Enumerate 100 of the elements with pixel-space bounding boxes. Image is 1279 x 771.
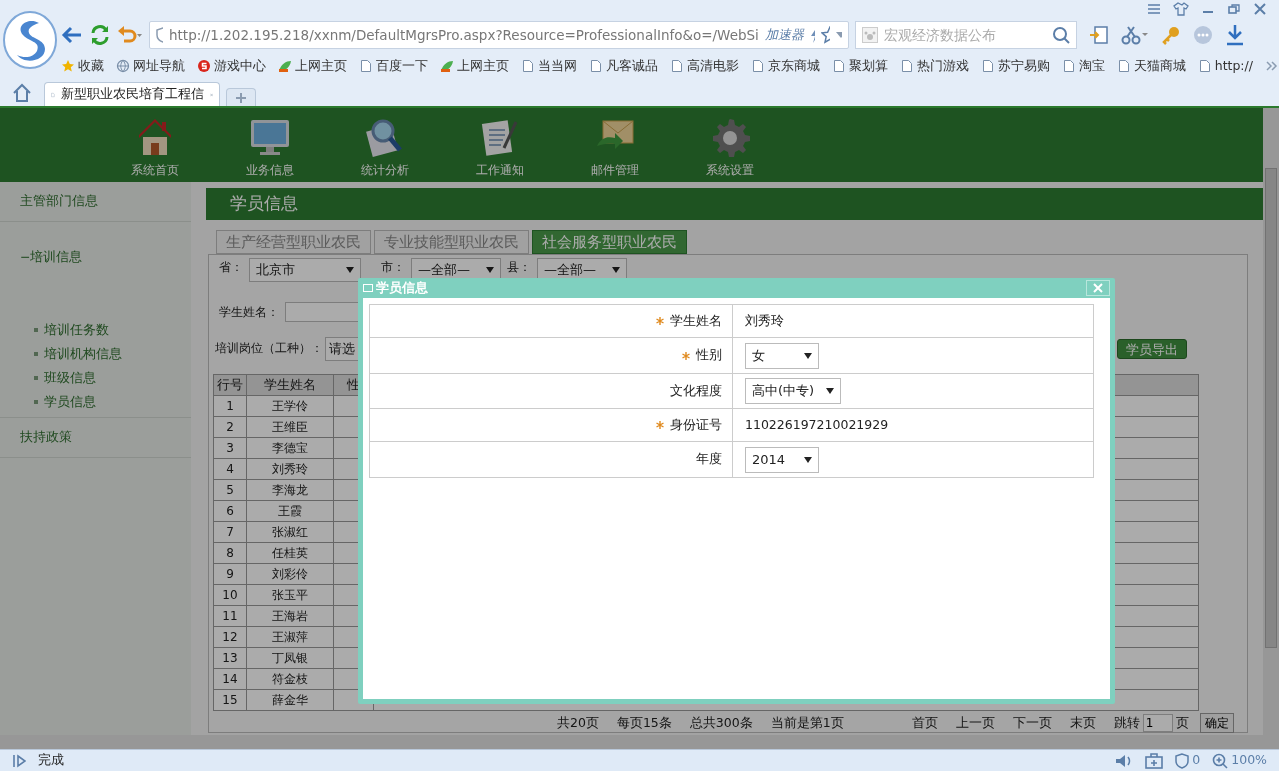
- bookmark-link[interactable]: 聚划算: [848, 56, 888, 76]
- table-cell: 李海龙: [246, 479, 334, 501]
- table-cell: 王维臣: [246, 416, 334, 438]
- bookmark-link[interactable]: 苏宁易购: [997, 56, 1050, 76]
- bookmark-link[interactable]: 天猫商城: [1133, 56, 1186, 76]
- dropdown-caret-icon[interactable]: [836, 32, 842, 38]
- pager-info: 每页15条: [616, 713, 672, 732]
- bookmark-link[interactable]: 上网主页: [456, 56, 509, 76]
- table-cell: 7: [213, 521, 247, 543]
- nav-link[interactable]: 邮件管理: [590, 161, 639, 179]
- sidebar-toggle-icon[interactable]: [1088, 25, 1109, 45]
- bookmark-link[interactable]: 京东商城: [767, 56, 820, 76]
- sidebar-icon[interactable]: [12, 753, 26, 768]
- table-cell: 张淑红: [246, 521, 334, 543]
- nav-link[interactable]: 系统首页: [130, 161, 179, 179]
- scissors-icon[interactable]: [1120, 25, 1149, 45]
- horizontal-scrollbar[interactable]: [0, 735, 1279, 749]
- blocked-count: 0: [1192, 751, 1201, 770]
- browser-tab[interactable]: 新型职业农民培育工程信: [44, 82, 220, 106]
- more-icon[interactable]: [1192, 25, 1213, 45]
- pager-link[interactable]: 上一页: [955, 713, 995, 733]
- bookmark-link[interactable]: 淘宝: [1078, 56, 1105, 76]
- bullet-icon: [34, 352, 38, 356]
- toolbox-icon[interactable]: [1145, 752, 1164, 769]
- menu-icon[interactable]: [1147, 3, 1161, 15]
- browser-logo-icon: [3, 11, 58, 69]
- bookmark-link[interactable]: 高清电影: [686, 56, 739, 76]
- page-input[interactable]: 1: [1142, 714, 1173, 732]
- address-bar[interactable]: http://1.202.195.218/xxnm/DefaultMgrsPro.aspx?Resource=ProfessionalInfo&o=/WebSi 加速器: [148, 21, 849, 49]
- sidebar-item[interactable]: −培训信息: [20, 247, 83, 267]
- ad-block-icon[interactable]: [1175, 752, 1190, 769]
- bookmark-link[interactable]: http://: [1214, 56, 1253, 76]
- pager-link[interactable]: 首页: [911, 713, 938, 733]
- leaf-icon: [439, 59, 454, 73]
- bookmark-link[interactable]: 百度一下: [375, 56, 428, 76]
- window-icon: [363, 284, 373, 292]
- bookmark-link[interactable]: 当当网: [537, 56, 577, 76]
- select-field[interactable]: 2014: [745, 446, 819, 473]
- table-cell: 8: [213, 542, 247, 564]
- caret-icon: [804, 456, 812, 463]
- table-cell: 12: [213, 626, 247, 648]
- search-icon[interactable]: [1051, 26, 1070, 44]
- sidebar-subitem[interactable]: 学员信息: [44, 392, 96, 412]
- bookmark-link[interactable]: 凡客诚品: [605, 56, 658, 76]
- field-label: 学生姓名: [670, 312, 722, 328]
- sidebar-subitem[interactable]: 培训任务数: [44, 320, 109, 340]
- url-text: http://1.202.195.218/xxnm/DefaultMgrsPro.aspx?Resource=ProfessionalInfo&o=/WebSi: [169, 25, 759, 45]
- bookmark-link[interactable]: 热门游戏: [916, 56, 969, 76]
- table-cell: 3: [213, 437, 247, 459]
- zoom-icon[interactable]: [1212, 752, 1229, 769]
- status-text: 完成: [38, 751, 64, 770]
- sidebar-item[interactable]: 主管部门信息: [20, 192, 98, 211]
- vertical-scrollbar[interactable]: [1263, 108, 1279, 735]
- column-header: 行号: [213, 374, 247, 396]
- table-cell: 王海岩: [246, 605, 334, 627]
- bookmark-link[interactable]: 游戏中心: [213, 56, 266, 76]
- table-cell: 张玉平: [246, 584, 334, 606]
- sidebar-subitem[interactable]: 班级信息: [44, 368, 96, 388]
- field-label: 年度: [696, 451, 722, 467]
- more-bookmarks-icon[interactable]: [1265, 60, 1279, 72]
- sidebar-subitem[interactable]: 培训机构信息: [44, 344, 122, 364]
- bookmark-link[interactable]: 收藏: [77, 56, 104, 76]
- undo-icon[interactable]: [116, 25, 143, 45]
- key-icon[interactable]: [1160, 25, 1181, 45]
- field-label: 性别: [696, 347, 722, 363]
- nav-link[interactable]: 工作通知: [475, 161, 524, 179]
- field-value: 刘秀玲: [745, 312, 784, 328]
- paw-icon: [861, 27, 878, 43]
- pager-link[interactable]: 下一页: [1012, 713, 1052, 733]
- nav-link[interactable]: 系统设置: [705, 161, 754, 179]
- new-tab-button[interactable]: [226, 88, 256, 106]
- nav-link[interactable]: 统计分析: [360, 161, 409, 179]
- accelerator-link[interactable]: 加速器: [764, 25, 804, 45]
- select-field[interactable]: 北京市: [249, 258, 361, 282]
- table-cell: 王霞: [246, 500, 334, 522]
- table-cell: 丁凤银: [246, 647, 334, 669]
- zoom-level[interactable]: 100%: [1231, 751, 1267, 770]
- pager-info: 当前是第1页: [770, 713, 844, 732]
- select-field[interactable]: 女: [745, 342, 819, 369]
- sidebar-item[interactable]: 扶持政策: [20, 428, 72, 447]
- table-cell: 14: [213, 668, 247, 690]
- confirm-button[interactable]: 确定: [1199, 713, 1234, 733]
- table-cell: 王学伶: [246, 395, 334, 417]
- search-placeholder: 宏观经济数据公布: [883, 25, 997, 45]
- download-icon[interactable]: [1224, 24, 1245, 46]
- game-icon: [196, 59, 211, 73]
- pager-link[interactable]: 末页: [1069, 713, 1096, 733]
- back-icon[interactable]: [60, 25, 83, 45]
- tab-title: 新型职业农民培育工程信: [60, 85, 204, 104]
- bookmark-link[interactable]: 上网主页: [294, 56, 347, 76]
- restore-icon[interactable]: [1227, 3, 1241, 15]
- page-unit: 页: [1175, 713, 1189, 732]
- caret-icon: [826, 388, 835, 394]
- nav-link[interactable]: 业务信息: [245, 161, 294, 179]
- select-field[interactable]: 高中(中专): [745, 378, 842, 404]
- bookmark-link[interactable]: 网址导航: [132, 56, 185, 76]
- shirt-icon[interactable]: [1173, 2, 1189, 16]
- home-icon[interactable]: [12, 83, 32, 103]
- jump-label: 跳转: [1113, 713, 1140, 732]
- table-cell: 13: [213, 647, 247, 669]
